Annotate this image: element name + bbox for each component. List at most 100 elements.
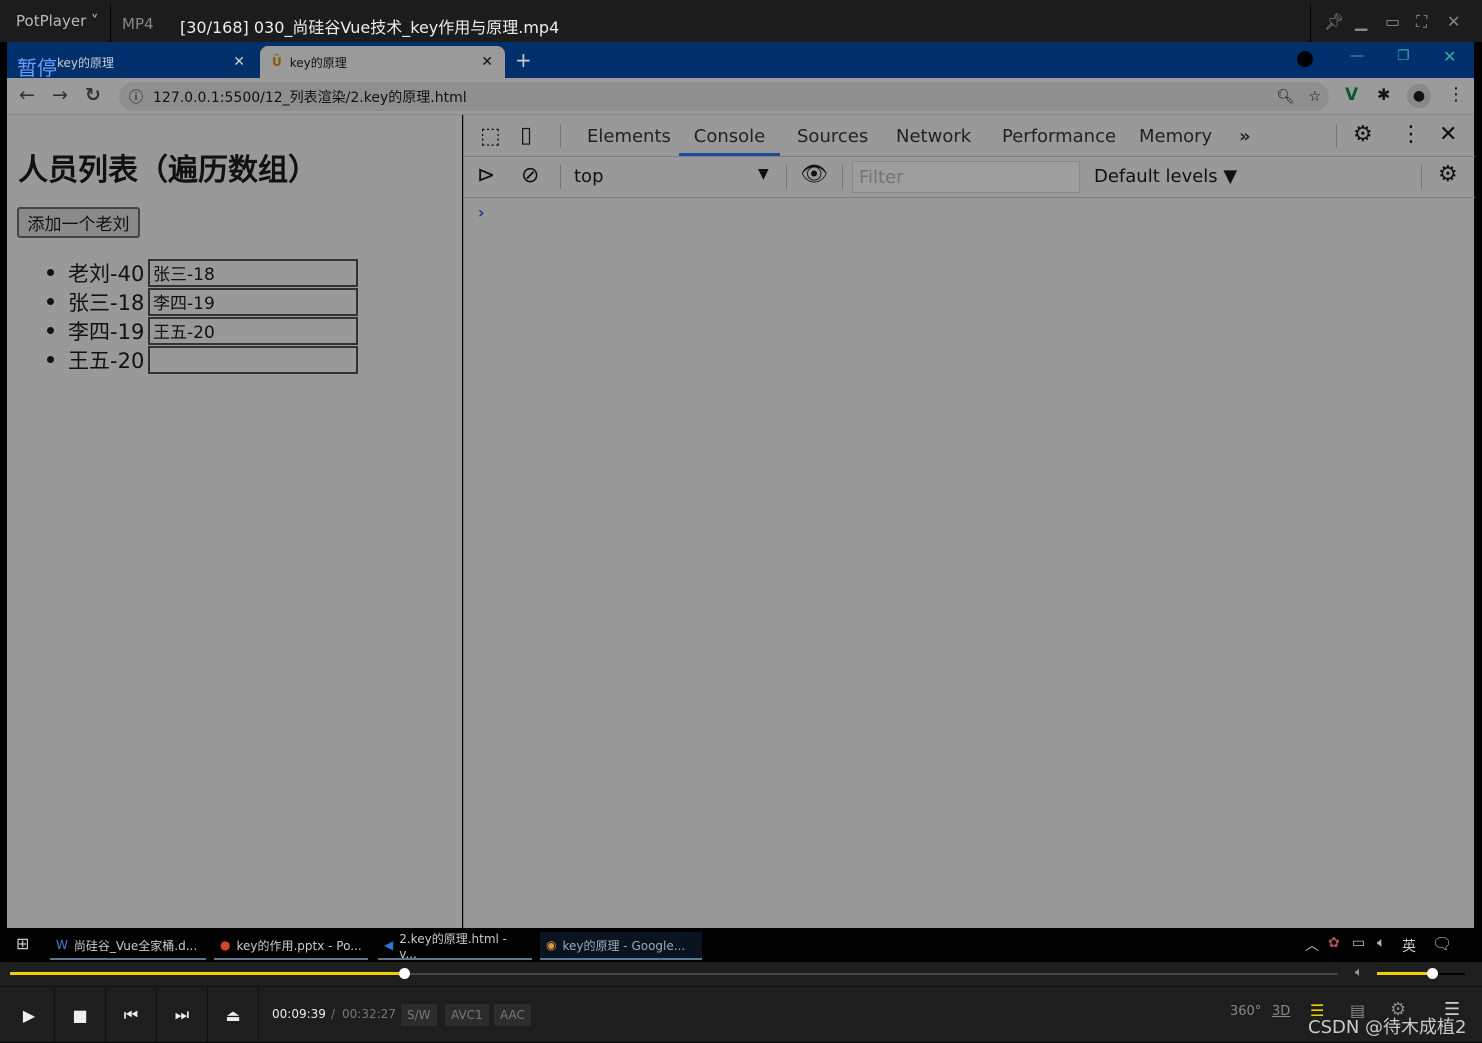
add-laoliu-button[interactable]: 添加一个老刘 [17,207,140,238]
time-separator: / [331,1007,336,1021]
ime-indicator[interactable]: 英 [1402,936,1416,956]
player-menu[interactable]: PotPlayer ˅ [16,12,99,30]
tray-chevron-up-icon[interactable]: ︿ [1305,935,1319,955]
bullet [47,327,54,334]
browser-restore-button[interactable]: ❐ [1397,48,1410,64]
zoom-icon[interactable]: 🔍︎ [1277,89,1295,105]
taskbar-item-powerpoint[interactable]: ● key的作用.pptx - Po... [214,932,368,960]
bullet [47,298,54,305]
item-input[interactable] [148,316,358,345]
tab-console[interactable]: Console [679,126,780,156]
menu-icon[interactable]: ⋮ [1447,84,1465,105]
clear-console-icon[interactable]: ⊘ [521,163,539,188]
profile-indicator-icon [1297,51,1313,67]
taskbar-item-vscode[interactable]: ◀ 2.key的原理.html - v... [378,932,532,961]
filter-input[interactable] [852,161,1080,193]
browser-minimize-button[interactable]: — [1350,48,1364,64]
item-label: 李四-19 [68,319,145,344]
close-tab-icon[interactable]: ✕ [233,54,245,70]
pause-overlay: 暂停 [17,56,57,80]
video-codec-badge[interactable]: AVC1 [445,1004,489,1026]
chevron-down-icon[interactable]: ▼ [758,166,769,182]
volume-icon[interactable]: 🔈︎ [1355,965,1363,980]
eject-button[interactable]: ⏏ [208,987,259,1043]
console-prompt-icon[interactable]: › [478,203,485,222]
address-bar: ← → ↻ ⓘ 127.0.0.1:5500/12_列表渲染/2.key的原理.h… [7,78,1474,115]
browser-close-button[interactable]: ✕ [1443,47,1456,66]
volume-level [1377,972,1432,975]
current-time: 00:09:39 [272,1007,326,1021]
pin-icon[interactable]: 📌︎ [1324,12,1344,31]
profile-avatar[interactable]: ● [1407,84,1431,108]
previous-button[interactable]: ⏮ [106,987,157,1043]
minimize-button[interactable]: ▁ [1355,12,1367,31]
console-settings-gear-icon[interactable]: ⚙ [1438,162,1458,187]
close-tab-icon[interactable]: ✕ [481,54,493,70]
url-input[interactable]: ⓘ 127.0.0.1:5500/12_列表渲染/2.key的原理.html 🔍︎… [119,82,1329,111]
next-button[interactable]: ⏭ [157,987,208,1043]
extensions-icon[interactable]: ✱ [1377,85,1390,104]
info-icon: ⓘ [129,89,143,106]
stop-button[interactable]: ■ [55,987,106,1043]
tab-sources[interactable]: Sources [797,126,868,147]
taskbar-item-chrome[interactable]: ◉ key的原理 - Google... [540,932,702,960]
list-item: 张三-18 [47,287,358,316]
inspect-element-icon[interactable]: ⬚ [480,124,501,149]
3d-button[interactable]: 3D [1272,1004,1290,1019]
live-expression-eye-icon[interactable]: 👁︎ [800,162,828,187]
tab-elements[interactable]: Elements [587,126,671,147]
device-toolbar-icon[interactable]: ▯ [520,123,532,148]
notification-icon[interactable]: 🗨︎ [1432,934,1452,953]
player-title-bar: PotPlayer ˅ MP4 [30/168] 030_尚硅谷Vue技术_ke… [0,0,1482,42]
render-badge[interactable]: S/W [401,1004,437,1026]
back-icon[interactable]: ← [19,84,35,106]
video-title: [30/168] 030_尚硅谷Vue技术_key作用与原理.mp4 [180,18,560,37]
browser-tab-strip: key的原理 ✕ Ükey的原理 ✕ + 暂停 — ❐ ✕ [7,42,1474,80]
close-devtools-icon[interactable]: ✕ [1439,122,1457,147]
maximize-button[interactable]: ▭ [1385,12,1400,31]
word-icon: W [56,938,68,952]
new-tab-button[interactable]: + [515,48,532,72]
audio-codec-badge[interactable]: AAC [494,1004,531,1026]
forward-icon[interactable]: → [52,84,68,106]
sidebar-toggle-icon[interactable]: ⊳ [477,163,495,188]
favicon-icon: Ü [272,55,282,69]
volume-handle[interactable] [1426,968,1438,979]
vscode-icon: ◀ [384,938,394,952]
item-input[interactable] [148,345,358,374]
battery-icon[interactable]: ▭ [1352,935,1365,951]
bullet [47,356,54,363]
tab-performance[interactable]: Performance [1002,126,1116,147]
taskbar-item-word[interactable]: W 尚硅谷_Vue全家桶.d... [50,932,206,960]
more-options-icon[interactable]: ⋮ [1400,122,1422,147]
log-levels-dropdown[interactable]: Default levels ▼ [1094,166,1237,187]
more-tabs-icon[interactable]: » [1239,126,1251,147]
bookmark-star-icon[interactable]: ☆ [1308,89,1321,105]
devtools-tabbar: ⬚ ▯ Elements Console Sources Network Per… [464,115,1475,157]
browser-tab-active[interactable]: Ükey的原理 ✕ [260,46,505,78]
seek-handle[interactable] [399,968,411,979]
tray-app-icon[interactable]: ✿ [1328,935,1340,951]
list-item: 王五-20 [47,345,358,374]
vr-360-button[interactable]: 360° [1230,1004,1261,1019]
seek-bar[interactable]: 🔈︎ [0,962,1482,986]
divider [1310,4,1311,42]
vue-devtools-icon[interactable]: V [1345,85,1358,105]
item-label: 张三-18 [68,290,145,315]
divider [110,4,111,42]
windows-start-icon[interactable]: ⊞ [16,934,29,953]
play-button[interactable]: ▶ [4,987,55,1043]
item-input[interactable] [148,287,358,316]
context-select[interactable]: top [574,166,604,187]
list-item: 老刘-40 [47,258,358,287]
item-input[interactable] [148,258,358,287]
close-button[interactable]: ✕ [1447,12,1460,31]
volume-tray-icon[interactable]: 🔈︎ [1377,935,1385,951]
player-controls: ▶ ■ ⏮ ⏭ ⏏ 00:09:39 / 00:32:27 S/W AVC1 A… [0,986,1482,1043]
item-label: 王五-20 [68,348,145,373]
fullscreen-button[interactable]: ⛶ [1416,12,1427,32]
tab-memory[interactable]: Memory [1139,126,1212,147]
settings-gear-icon[interactable]: ⚙ [1353,122,1373,147]
tab-network[interactable]: Network [896,126,971,147]
reload-icon[interactable]: ↻ [85,84,101,106]
